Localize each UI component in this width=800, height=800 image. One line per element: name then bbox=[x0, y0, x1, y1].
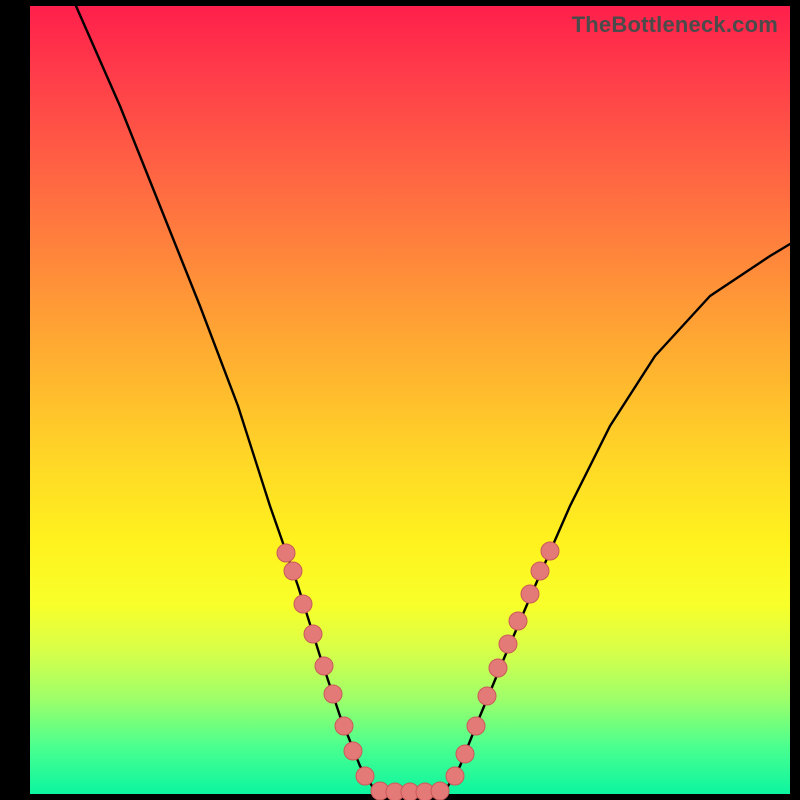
data-dot bbox=[446, 767, 464, 785]
data-dot bbox=[315, 657, 333, 675]
chart-plot-area: TheBottleneck.com bbox=[30, 6, 790, 794]
data-dot bbox=[335, 717, 353, 735]
data-dot bbox=[509, 612, 527, 630]
data-dot bbox=[499, 635, 517, 653]
data-dot bbox=[304, 625, 322, 643]
data-dots-group bbox=[277, 542, 559, 800]
data-dot bbox=[344, 742, 362, 760]
data-dot bbox=[467, 717, 485, 735]
data-dot bbox=[489, 659, 507, 677]
chart-frame: TheBottleneck.com bbox=[0, 0, 800, 800]
data-dot bbox=[284, 562, 302, 580]
data-dot bbox=[521, 585, 539, 603]
data-dot bbox=[277, 544, 295, 562]
data-dot bbox=[541, 542, 559, 560]
data-dot bbox=[356, 767, 374, 785]
data-dot bbox=[456, 745, 474, 763]
data-dot bbox=[431, 782, 449, 800]
data-dot bbox=[324, 685, 342, 703]
bottleneck-curve bbox=[76, 6, 790, 791]
data-dot bbox=[294, 595, 312, 613]
data-dot bbox=[531, 562, 549, 580]
data-dot bbox=[478, 687, 496, 705]
chart-overlay bbox=[30, 6, 790, 794]
